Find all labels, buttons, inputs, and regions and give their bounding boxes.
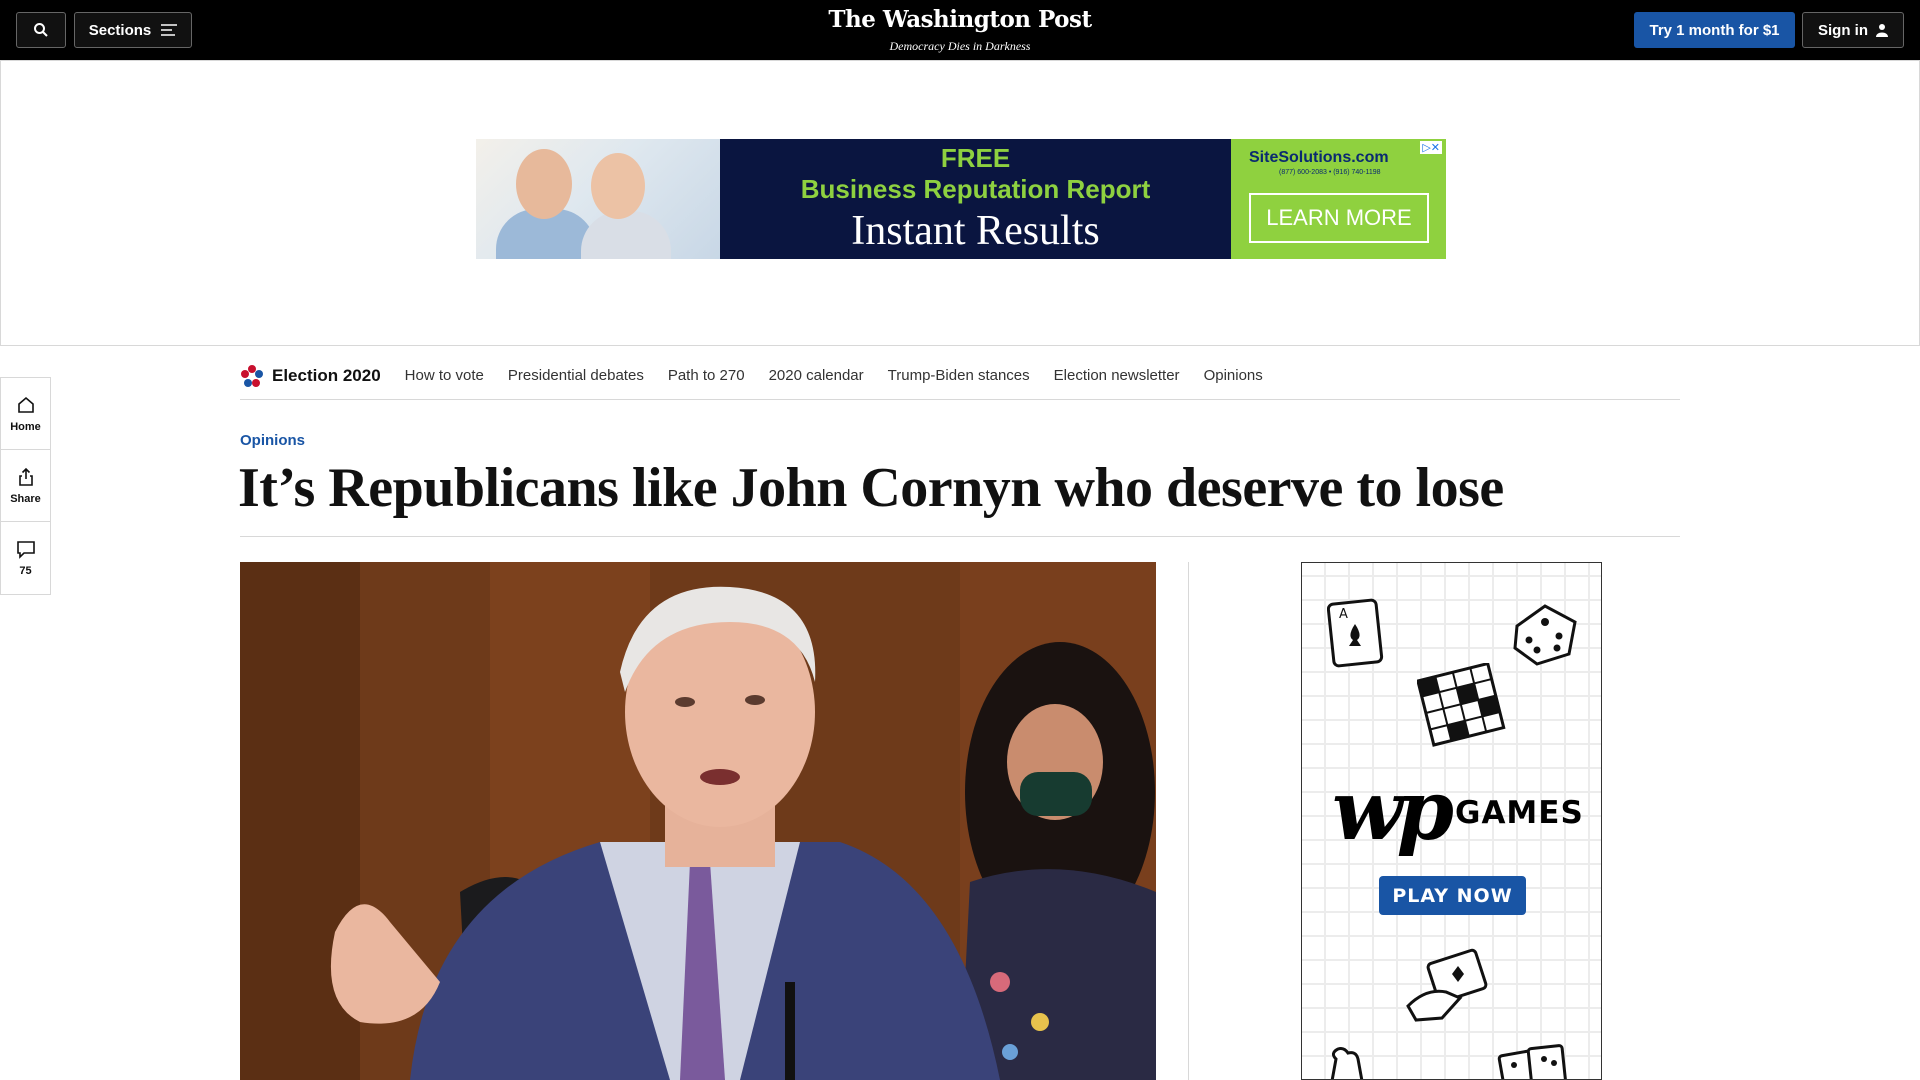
sign-in-label: Sign in: [1818, 21, 1868, 39]
ad-banner[interactable]: FREE Business Reputation Report Instant …: [476, 139, 1446, 259]
play-now-button[interactable]: PLAY NOW: [1379, 876, 1526, 915]
wp-games-logo: wp: [1332, 763, 1454, 859]
playing-card-icon: A: [1327, 598, 1384, 668]
subnav-link-opinions[interactable]: Opinions: [1204, 367, 1263, 384]
games-ad[interactable]: A wp GAMES PLAY NOW: [1301, 562, 1602, 1080]
subnav-link-how-to-vote[interactable]: How to vote: [405, 367, 484, 384]
subnav-link-calendar[interactable]: 2020 calendar: [769, 367, 864, 384]
share-label: Share: [10, 492, 41, 505]
headline-divider: [240, 536, 1680, 537]
ad-phone: (877) 600-2083 • (916) 740-1198: [1279, 169, 1381, 176]
election-subnav: Election 2020 How to vote Presidential d…: [240, 352, 1680, 400]
home-icon: [17, 396, 34, 413]
dominoes-icon: [1497, 1044, 1568, 1079]
chess-piece-icon: [1330, 1047, 1364, 1079]
home-button[interactable]: Home: [1, 378, 50, 450]
share-button[interactable]: Share: [1, 450, 50, 522]
sections-label: Sections: [88, 21, 152, 39]
comments-count: 75: [19, 565, 32, 577]
tagline: Democracy Dies in Darkness: [889, 39, 1031, 53]
search-button[interactable]: [16, 12, 66, 48]
ad-photo: [476, 139, 720, 259]
left-rail: Home Share 75: [0, 377, 51, 595]
sections-button[interactable]: Sections: [74, 12, 192, 48]
election-brand[interactable]: Election 2020: [240, 364, 381, 388]
election-brand-label: Election 2020: [272, 365, 381, 385]
subnav-link-newsletter[interactable]: Election newsletter: [1054, 367, 1180, 384]
ad-brand: SiteSolutions.com: [1249, 149, 1389, 166]
share-icon: [18, 467, 33, 486]
ad-learn-more-button[interactable]: LEARN MORE: [1249, 193, 1429, 243]
ad-container: FREE Business Reputation Report Instant …: [0, 60, 1920, 346]
search-icon: [34, 23, 48, 37]
dice-icon: [1513, 604, 1577, 666]
sign-in-button[interactable]: Sign in: [1802, 12, 1904, 48]
ad-report-text: Business Reputation Report: [800, 174, 1151, 204]
subnav-link-debates[interactable]: Presidential debates: [508, 367, 644, 384]
comment-icon: [16, 541, 35, 559]
section-kicker[interactable]: Opinions: [240, 432, 305, 449]
games-label: GAMES: [1455, 795, 1584, 831]
subnav-link-path-to-270[interactable]: Path to 270: [668, 367, 745, 384]
article-headline: It’s Republicans like John Cornyn who de…: [238, 457, 1504, 519]
svg-text:A: A: [1339, 607, 1348, 622]
comments-button[interactable]: 75: [1, 522, 50, 594]
photo-illustration: [240, 562, 1156, 1080]
logo-text: The Washington Post: [828, 6, 1092, 33]
hand-card-icon: [1406, 948, 1488, 1022]
site-logo[interactable]: The Washington Post Democracy Dies in Da…: [810, 6, 1110, 54]
adchoices-icon[interactable]: ▷✕: [1420, 141, 1442, 154]
column-divider: [1188, 562, 1189, 1080]
ad-message: FREE Business Reputation Report Instant …: [720, 139, 1231, 259]
ad-instant-text: Instant Results: [851, 208, 1100, 254]
home-label: Home: [10, 420, 41, 433]
ad-free-text: FREE: [940, 143, 1011, 173]
user-icon: [1876, 24, 1888, 37]
top-header: Sections The Washington Post Democracy D…: [0, 0, 1920, 60]
lead-photo: [240, 562, 1156, 1080]
subscribe-button[interactable]: Try 1 month for $1: [1634, 12, 1795, 48]
menu-icon: [161, 24, 178, 36]
subnav-link-stances[interactable]: Trump-Biden stances: [888, 367, 1030, 384]
election-star-icon: [241, 364, 263, 387]
crossword-icon: [1417, 663, 1506, 747]
ad-cta-panel: SiteSolutions.com (877) 600-2083 • (916)…: [1231, 139, 1446, 259]
